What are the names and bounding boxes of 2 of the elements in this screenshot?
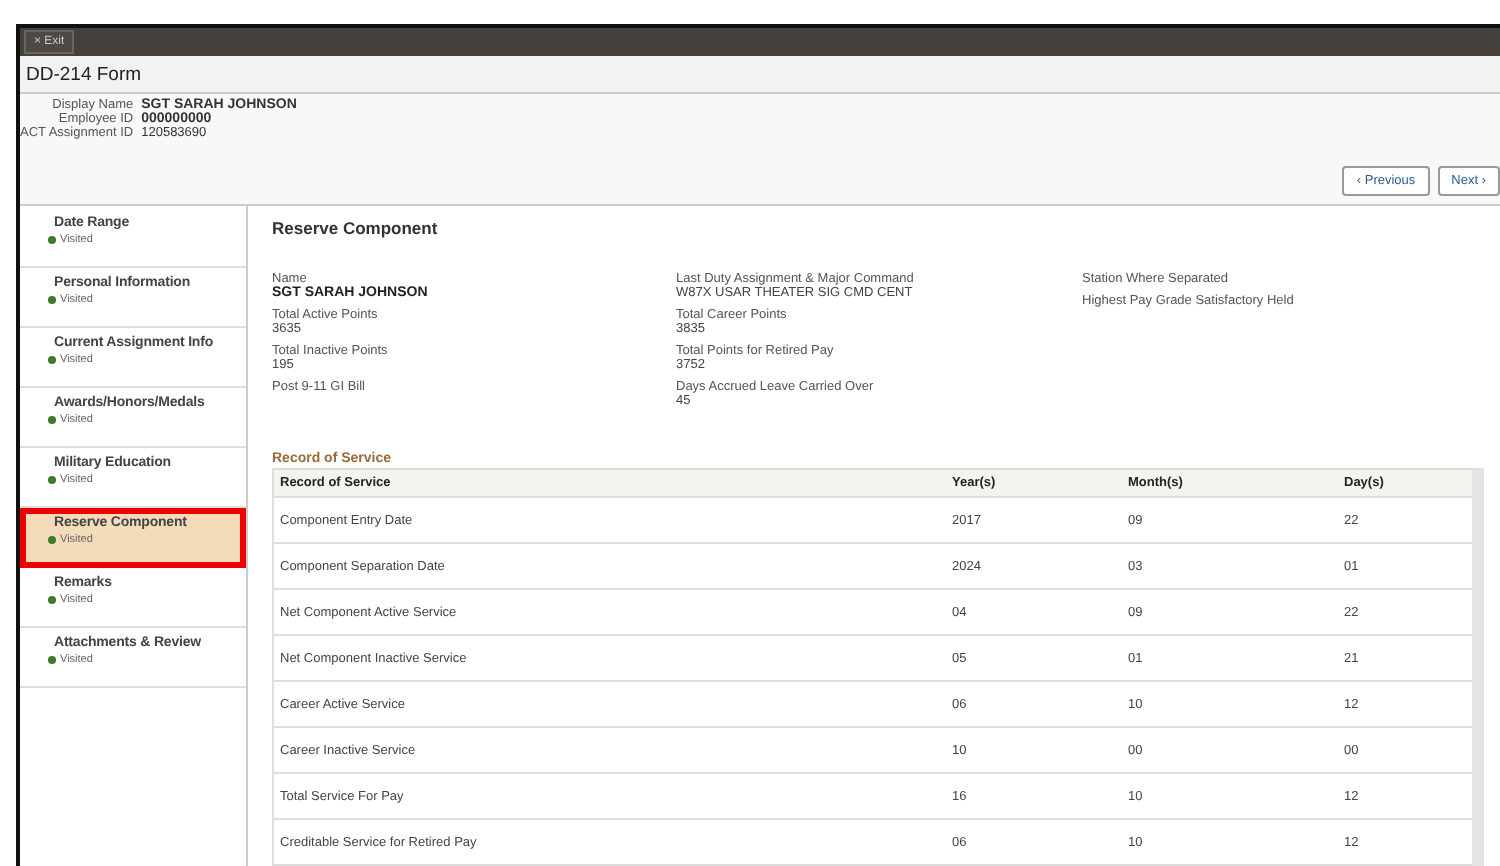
section-title: Reserve Component	[272, 218, 440, 238]
window-title: DD-214 Form	[20, 56, 1500, 94]
